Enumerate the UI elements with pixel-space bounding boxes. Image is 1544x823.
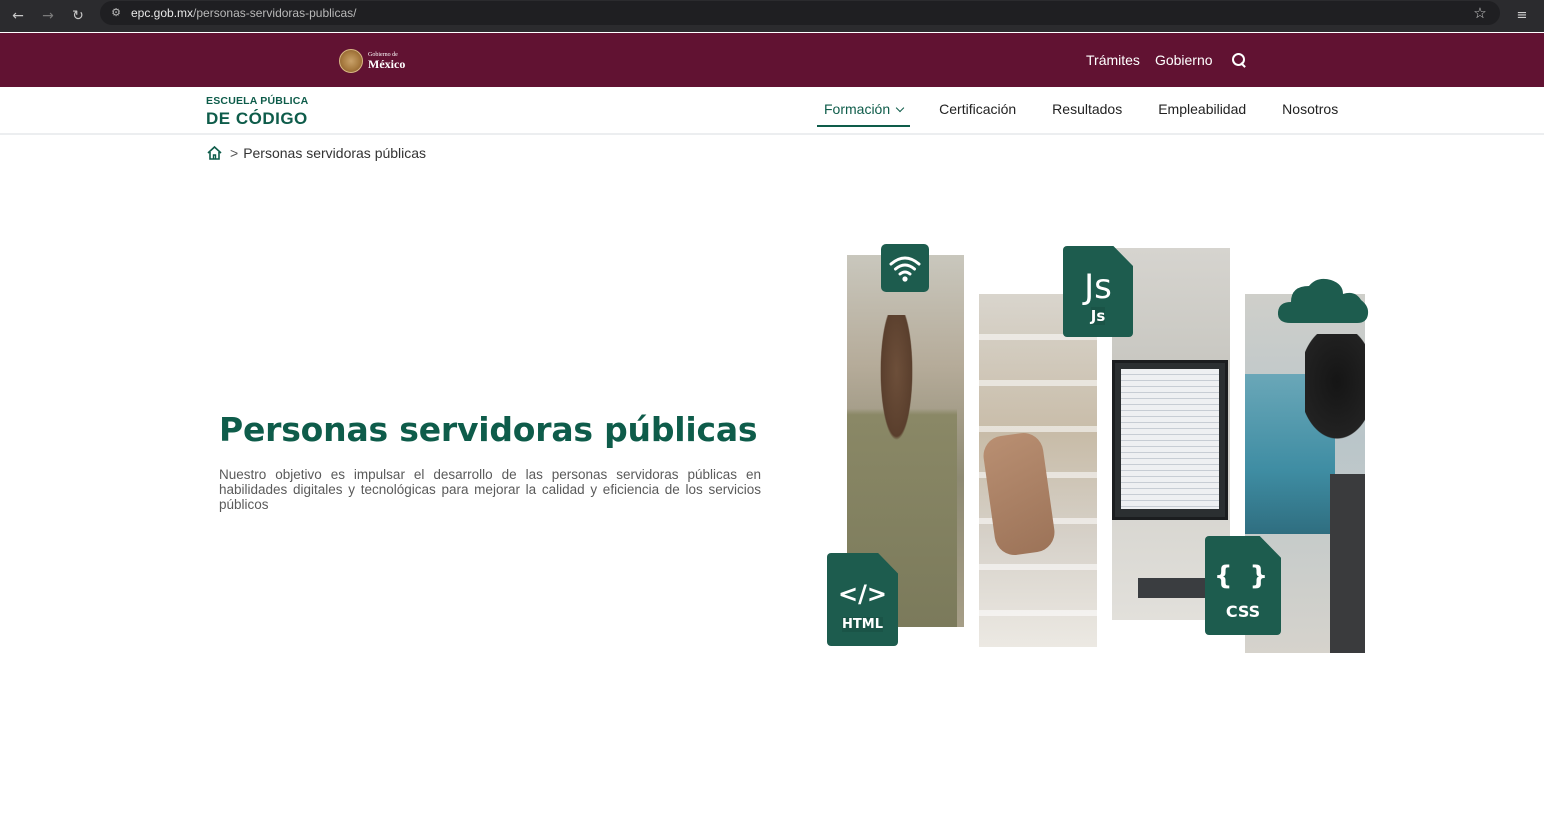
wifi-icon — [889, 256, 921, 282]
back-arrow-icon[interactable]: ← — [6, 4, 30, 28]
breadcrumb-separator: > — [230, 145, 239, 161]
menu-item-formacion[interactable]: Formación — [817, 87, 911, 127]
js-badge-label: Js — [1090, 306, 1106, 325]
government-header: Gobierno de México Trámites Gobierno — [0, 33, 1544, 87]
photo-monitor-shape — [1112, 360, 1228, 520]
address-bar[interactable]: ⚙ epc.gob.mx/personas-servidoras-publica… — [100, 1, 1500, 25]
page-title: Personas servidoras públicas — [219, 410, 758, 449]
css-badge-symbol: { } — [1213, 561, 1273, 591]
wifi-badge — [881, 244, 929, 292]
gobierno-de-mexico-logo[interactable]: Gobierno de México — [339, 48, 405, 74]
css-file-badge: { } CSS — [1205, 536, 1281, 635]
photo-desk-arm — [979, 294, 1097, 647]
tramites-link[interactable]: Trámites — [1086, 52, 1140, 68]
logo-line-2: DE CÓDIGO — [206, 108, 308, 128]
url-text[interactable]: epc.gob.mx/personas-servidoras-publicas/ — [131, 6, 356, 20]
html-file-badge: </> HTML — [827, 553, 898, 646]
breadcrumb: > Personas servidoras públicas — [206, 145, 426, 161]
chevron-down-icon — [895, 103, 905, 113]
css-badge-label: CSS — [1225, 602, 1261, 621]
cloud-icon — [1277, 278, 1369, 323]
escuela-publica-de-codigo-logo[interactable]: ESCUELA PÚBLICA DE CÓDIGO — [206, 96, 308, 127]
site-navigation: ESCUELA PÚBLICA DE CÓDIGO Formación Cert… — [0, 87, 1544, 135]
reading-list-icon[interactable]: ≡ — [1510, 4, 1534, 28]
site-settings-icon[interactable]: ⚙ — [108, 5, 124, 21]
gov-logo-text: Gobierno de México — [368, 52, 405, 70]
menu-item-certificacion[interactable]: Certificación — [932, 87, 1023, 127]
hero-collage: Js Js </> HTML { } CSS — [820, 240, 1380, 660]
search-icon[interactable] — [1230, 51, 1248, 69]
menu-item-resultados[interactable]: Resultados — [1045, 87, 1129, 127]
javascript-file-badge: Js Js — [1063, 246, 1133, 337]
menu-item-empleabilidad[interactable]: Empleabilidad — [1151, 87, 1253, 127]
html-badge-label: HTML — [842, 617, 883, 632]
photo-body-shape — [1330, 474, 1365, 653]
breadcrumb-current: Personas servidoras públicas — [243, 145, 427, 161]
menu-item-nosotros[interactable]: Nosotros — [1275, 87, 1345, 127]
home-icon[interactable] — [206, 145, 223, 161]
url-host: epc.gob.mx — [131, 6, 194, 20]
html-badge-symbol: </> — [838, 580, 887, 608]
page-description: Nuestro objetivo es impulsar el desarrol… — [219, 467, 761, 512]
browser-toolbar: ← → ↻ ⚙ epc.gob.mx/personas-servidoras-p… — [0, 0, 1544, 32]
gov-logo-big: México — [368, 57, 406, 71]
logo-line-1: ESCUELA PÚBLICA — [206, 95, 309, 107]
gobierno-link[interactable]: Gobierno — [1155, 52, 1213, 68]
main-menu: Formación Certificación Resultados Emple… — [817, 87, 1367, 135]
gov-links: Trámites Gobierno — [1086, 51, 1248, 69]
reload-icon[interactable]: ↻ — [66, 4, 90, 28]
bookmark-star-icon[interactable]: ☆ — [1470, 3, 1490, 23]
forward-arrow-icon[interactable]: → — [36, 4, 60, 28]
js-badge-symbol: Js — [1084, 266, 1112, 307]
menu-label-formacion: Formación — [824, 101, 891, 117]
national-seal-icon — [339, 49, 363, 73]
url-path: /personas-servidoras-publicas/ — [193, 6, 357, 20]
photo-head-shape — [1305, 334, 1365, 454]
